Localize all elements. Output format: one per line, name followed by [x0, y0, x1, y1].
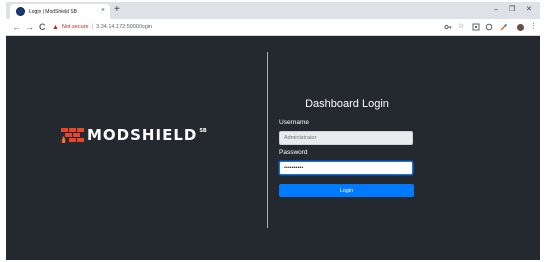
restore-icon[interactable]: ❐ — [509, 5, 515, 14]
not-secure-label[interactable]: Not secure — [62, 24, 89, 30]
address-bar[interactable]: ▲ Not secure | 3.34.14.172:5000/login — [52, 21, 472, 33]
username-input[interactable] — [279, 131, 413, 145]
vertical-divider — [267, 52, 268, 228]
warning-icon: ▲ — [52, 23, 59, 31]
logo-text: MODSHIELD — [87, 126, 198, 144]
tab-title: Login | ModShield SB — [29, 8, 77, 15]
url-separator: | — [91, 24, 94, 30]
password-label: Password — [279, 149, 308, 156]
menu-icon[interactable]: ⋮ — [530, 23, 537, 31]
logo-superscript: SB — [199, 128, 207, 134]
extension-icon[interactable] — [472, 23, 480, 34]
back-icon[interactable]: ← — [12, 21, 21, 33]
browser-tab[interactable]: Login | ModShield SB × — [10, 4, 110, 19]
puzzle-icon[interactable] — [485, 23, 493, 34]
key-icon[interactable] — [444, 23, 452, 34]
login-button[interactable]: Login — [279, 184, 414, 197]
tab-strip: Login | ModShield SB × + – ❐ ✕ — [6, 2, 540, 19]
minimize-icon[interactable]: – — [494, 5, 498, 14]
login-page: MODSHIELD SB Dashboard Login Username Pa… — [6, 36, 540, 260]
password-input[interactable] — [279, 161, 413, 175]
bookmark-star-icon[interactable]: ☆ — [458, 23, 464, 31]
browser-toolbar: ← → C ▲ Not secure | 3.34.14.172:5000/lo… — [6, 19, 540, 36]
username-label: Username — [279, 119, 309, 126]
url-text[interactable]: 3.34.14.172:5000/login — [96, 24, 152, 30]
profile-avatar[interactable] — [517, 24, 524, 31]
close-window-icon[interactable]: ✕ — [526, 5, 532, 14]
login-title: Dashboard Login — [305, 98, 389, 110]
feather-icon[interactable] — [500, 23, 508, 34]
modshield-logo: MODSHIELD SB — [61, 127, 207, 144]
browser-window: Login | ModShield SB × + – ❐ ✕ ← → C ▲ N… — [6, 2, 540, 260]
forward-icon[interactable]: → — [25, 21, 34, 33]
new-tab-button[interactable]: + — [114, 5, 120, 15]
close-tab-icon[interactable]: × — [101, 7, 105, 15]
brick-wall-icon — [61, 128, 84, 143]
reload-icon[interactable]: C — [39, 21, 46, 33]
favicon-icon — [16, 7, 25, 16]
